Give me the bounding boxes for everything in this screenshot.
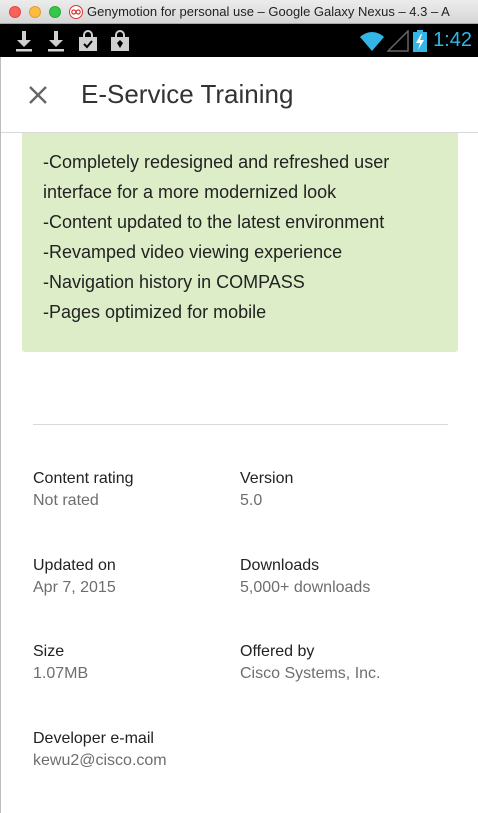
offered-by-label: Offered by — [240, 643, 315, 660]
shopping-bag-icon — [111, 29, 129, 51]
whats-new-line: -Revamped video viewing experience — [43, 242, 343, 262]
section-divider — [33, 424, 448, 425]
version-label: Version — [240, 470, 294, 487]
wifi-icon — [360, 31, 385, 51]
content-rating-value: Not rated — [33, 492, 99, 509]
content-rating-label: Content rating — [33, 470, 134, 487]
status-bar: 1:42 — [0, 24, 478, 57]
battery-charging-icon — [413, 29, 428, 52]
close-icon — [29, 86, 47, 104]
window-close-button[interactable] — [9, 5, 21, 18]
download-icon — [48, 30, 64, 51]
whats-new-line: -Completely redesigned and refreshed use… — [43, 152, 390, 172]
offered-by-value[interactable]: Cisco Systems, Inc. — [240, 665, 380, 683]
clock: 1:42 — [433, 29, 472, 51]
size-label: Size — [33, 643, 65, 660]
whats-new-line: -Content updated to the latest environme… — [43, 212, 385, 232]
window-controls — [9, 5, 69, 18]
downloads-value: 5,000+ downloads — [240, 579, 371, 596]
page-title: E-Service Training — [81, 79, 294, 109]
window-edge — [0, 57, 1, 813]
window-minimize-button[interactable] — [29, 5, 41, 18]
app-details[interactable]: -Completely redesigned and refreshed use… — [0, 133, 478, 813]
whats-new-card: -Completely redesigned and refreshed use… — [22, 133, 458, 352]
size-value: 1.07MB — [33, 665, 89, 682]
whats-new-line: -Navigation history in COMPASS — [43, 272, 305, 292]
updated-on-value: Apr 7, 2015 — [33, 579, 116, 596]
shopping-bag-icon — [79, 29, 97, 51]
close-button[interactable] — [24, 81, 52, 109]
downloads-label: Downloads — [240, 557, 320, 574]
whats-new-line: interface for a more modernized look — [43, 182, 337, 202]
download-icon — [16, 30, 32, 51]
app-bar: E-Service Training — [0, 57, 478, 133]
signal-icon — [387, 29, 409, 52]
developer-email-label: Developer e-mail — [33, 730, 154, 747]
version-value: 5.0 — [240, 492, 263, 509]
window-maximize-button[interactable] — [49, 5, 61, 18]
updated-on-label: Updated on — [33, 557, 116, 574]
developer-email-link[interactable]: kewu2@cisco.com — [33, 752, 167, 770]
genymotion-icon — [69, 4, 83, 19]
whats-new-line: -Pages optimized for mobile — [43, 302, 267, 322]
window-title: Genymotion for personal use – Google Gal… — [87, 4, 450, 19]
window-titlebar: Genymotion for personal use – Google Gal… — [0, 0, 478, 24]
